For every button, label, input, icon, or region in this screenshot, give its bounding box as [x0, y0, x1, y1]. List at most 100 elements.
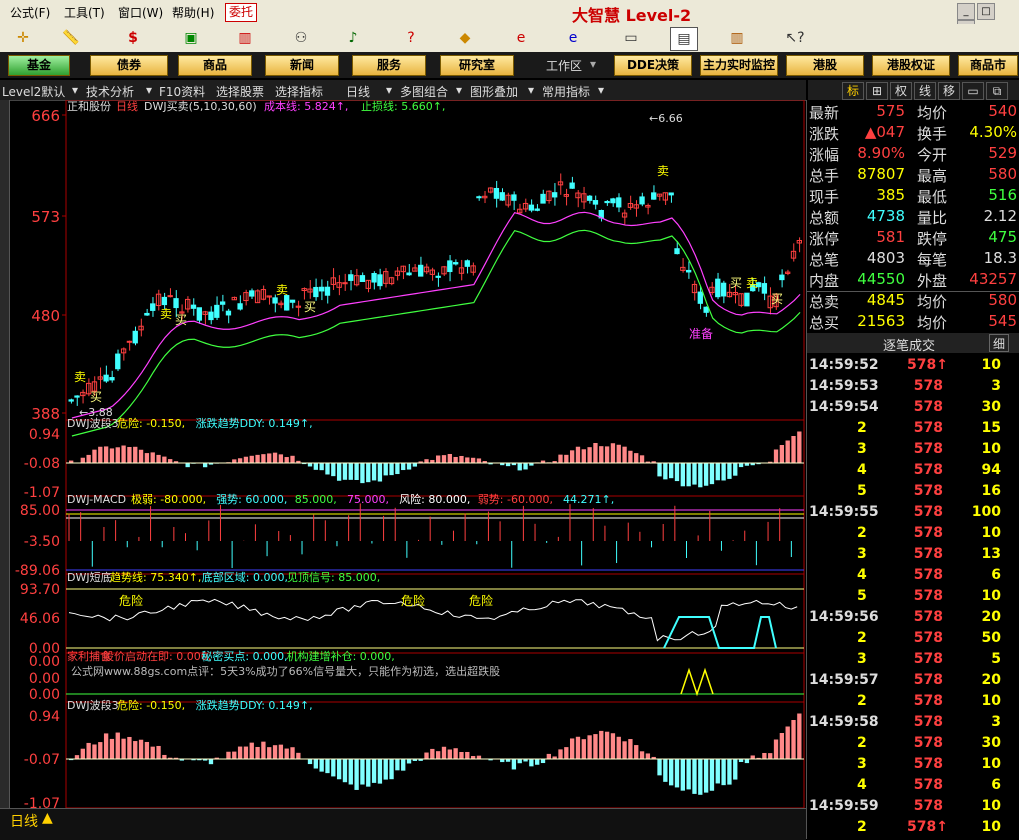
kline-chart[interactable]: 666573480388正和股份日线DWJ买卖(5,10,30,60)成本线: … — [9, 100, 806, 808]
main-monitor-button[interactable]: 主力实时监控 — [700, 55, 778, 76]
period-menu[interactable]: 日线 — [346, 83, 370, 100]
tick-row: 35785 — [807, 651, 1019, 672]
ddy-bar — [599, 446, 603, 463]
dropdown-icon[interactable]: ▾ — [72, 83, 78, 97]
money-icon[interactable]: ▣ — [178, 27, 204, 49]
dollar-icon[interactable]: $ — [120, 27, 146, 49]
ddy-bar — [669, 463, 673, 478]
ddy-bar — [395, 759, 399, 770]
binoculars-icon[interactable]: ⚇ — [288, 27, 314, 49]
bell-icon[interactable]: ♪ — [340, 27, 366, 49]
overlay-menu[interactable]: 图形叠加 — [470, 83, 518, 100]
dropdown-icon[interactable]: ▾ — [456, 83, 462, 97]
detail-button[interactable]: 细 — [989, 334, 1009, 352]
tick-volume: 10 — [957, 798, 1001, 814]
menu-help[interactable]: 帮助(H) — [172, 4, 214, 21]
ddy-bar — [110, 739, 114, 759]
ddy-bar — [273, 453, 277, 463]
ddy-bar — [110, 448, 114, 463]
diamond-icon[interactable]: ◆ — [452, 27, 478, 49]
fund-button[interactable]: 基金 — [8, 55, 70, 76]
window-icon[interactable]: ▤ — [670, 27, 698, 51]
tab-line[interactable]: 线 — [914, 82, 936, 100]
ddy-bar — [733, 463, 737, 476]
commodity-button[interactable]: 商品 — [178, 55, 252, 76]
ie-blue-icon[interactable]: e — [560, 27, 586, 49]
quote-value: 87807 — [847, 165, 905, 183]
candle-body — [419, 265, 423, 276]
quote-label: 均价 — [917, 102, 947, 123]
ddy-bar — [75, 755, 79, 759]
maximize-icon[interactable]: □ — [977, 3, 995, 20]
plus-icon[interactable]: ⊞ — [866, 82, 888, 100]
select-indicator-menu[interactable]: 选择指标 — [275, 83, 323, 100]
ddy-bar — [786, 441, 790, 464]
ddy-bar — [81, 458, 85, 463]
panel-item: 股价启动在即: 0.000, — [103, 650, 211, 663]
ddy-bar — [547, 754, 551, 759]
bottom-bar: 日线 ▲ — [0, 808, 806, 840]
tab-rights[interactable]: 权 — [890, 82, 912, 100]
dropdown-icon[interactable]: ▾ — [386, 83, 392, 97]
ddy-bar — [716, 759, 720, 783]
ddy-bar — [121, 446, 125, 463]
news-button[interactable]: 新闻 — [265, 55, 339, 76]
period-label[interactable]: 日线 — [10, 811, 38, 831]
ddy-bar — [564, 747, 568, 759]
multi-chart-menu[interactable]: 多图组合 — [400, 83, 448, 100]
trade-signal: 买 — [771, 292, 783, 306]
window-icon[interactable]: ▭ — [962, 82, 984, 100]
tab-move[interactable]: 移 — [938, 82, 960, 100]
triangle-up-icon[interactable]: ▲ — [42, 810, 53, 826]
workarea-label[interactable]: 工作区 — [546, 57, 582, 74]
select-stock-menu[interactable]: 选择股票 — [216, 83, 264, 100]
ddy-bar — [151, 747, 155, 759]
menu-tools[interactable]: 工具(T) — [64, 4, 105, 21]
ddy-bar — [471, 458, 475, 463]
trade-button[interactable]: 委托 — [225, 3, 257, 22]
menu-window[interactable]: 窗口(W) — [118, 4, 163, 21]
candle-body — [238, 304, 242, 309]
service-button[interactable]: 服务 — [352, 55, 426, 76]
f10-menu[interactable]: F10资料 — [159, 83, 205, 100]
ie-red-icon[interactable]: e — [508, 27, 534, 49]
tick-price: 578 — [907, 735, 943, 751]
printer-icon[interactable]: ▭ — [618, 27, 644, 49]
quote-value: 545 — [957, 312, 1017, 330]
dropdown-icon[interactable]: ▾ — [598, 83, 604, 97]
candle-body — [553, 193, 557, 197]
tick-list[interactable]: 14:59:52578↑1014:59:53578314:59:54578302… — [806, 353, 1019, 839]
tab-mark[interactable]: 标 — [842, 82, 864, 100]
restore-icon[interactable]: ⧉ — [986, 82, 1008, 100]
dropdown-icon[interactable]: ▾ — [528, 83, 534, 97]
workarea-dropdown-icon[interactable]: ▾ — [590, 57, 596, 71]
books-icon[interactable]: ▥ — [724, 27, 750, 49]
ddy-bar — [774, 740, 778, 760]
common-indicator-menu[interactable]: 常用指标 — [542, 83, 590, 100]
ddy-bar — [698, 759, 702, 795]
layout-select[interactable]: Level2默认 — [2, 83, 65, 100]
ruler-icon[interactable]: 📏 — [58, 27, 84, 49]
ddy-bar — [121, 739, 125, 759]
candle-body — [116, 354, 120, 369]
hk-warrant-button[interactable]: 港股权证 — [872, 55, 950, 76]
commodity-market-button[interactable]: 商品市 — [958, 55, 1018, 76]
ddy-bar — [244, 747, 248, 759]
crosshair-icon[interactable]: ✛ — [10, 27, 36, 49]
bars-icon[interactable]: ▥ — [232, 27, 258, 49]
hk-stock-button[interactable]: 港股 — [786, 55, 864, 76]
ddy-bar — [337, 759, 341, 779]
menu-formula[interactable]: 公式(F) — [10, 4, 50, 21]
question-icon[interactable]: ? — [398, 27, 424, 49]
minimize-icon[interactable]: _ — [957, 3, 975, 20]
help-pointer-icon[interactable]: ↖? — [782, 27, 808, 49]
ddy-bar — [436, 751, 440, 759]
candle-body — [285, 296, 289, 310]
ddy-bar — [558, 455, 562, 463]
bond-button[interactable]: 债券 — [90, 55, 168, 76]
dde-button[interactable]: DDE决策 — [614, 55, 692, 76]
research-button[interactable]: 研究室 — [440, 55, 514, 76]
dropdown-icon[interactable]: ▾ — [146, 83, 152, 97]
quote-value: ▲047 — [847, 123, 905, 141]
tech-analysis-menu[interactable]: 技术分析 — [86, 83, 134, 100]
